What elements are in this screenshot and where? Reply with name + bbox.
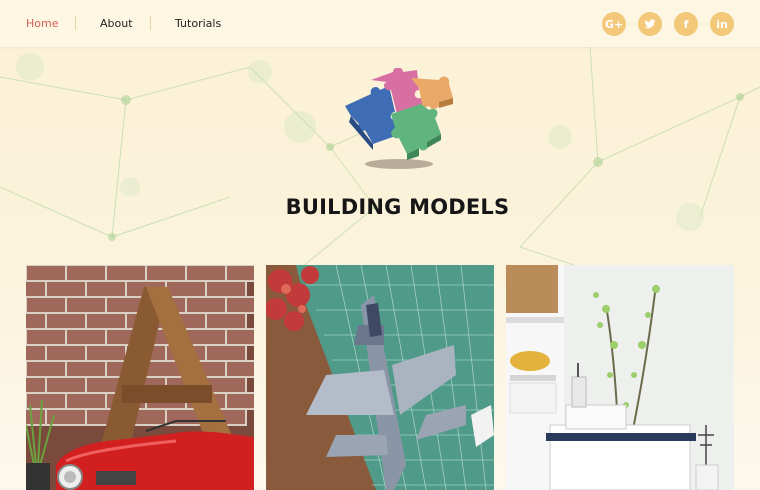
nav-about[interactable]: About: [100, 17, 133, 30]
nav-divider: [150, 16, 151, 30]
twitter-icon: [644, 19, 656, 29]
page-title: BUILDING MODELS: [285, 195, 510, 220]
google-plus-button[interactable]: G+: [602, 12, 626, 36]
facebook-icon: f: [683, 17, 689, 31]
google-plus-icon: G+: [604, 17, 624, 31]
facebook-button[interactable]: f: [674, 12, 698, 36]
linkedin-icon: in: [716, 17, 728, 31]
fighter-jet-model-on-cutting-mat-image: [266, 265, 494, 490]
twitter-button[interactable]: [638, 12, 662, 36]
project-card-fighter-jet[interactable]: [266, 265, 494, 490]
project-card-letter-a-car[interactable]: [26, 265, 254, 490]
nav-home[interactable]: Home: [26, 17, 58, 30]
top-navigation-bar: Home About Tutorials G+ f in: [0, 0, 760, 47]
nav-divider: [75, 16, 76, 30]
nav-tutorials[interactable]: Tutorials: [175, 17, 221, 30]
letter-a-and-red-toy-car-image: [26, 265, 254, 490]
puzzle-pieces-icon: [345, 68, 453, 169]
project-card-model-ship[interactable]: [506, 265, 734, 490]
social-links: G+ f in: [602, 12, 734, 36]
white-model-ship-on-shelf-image: [506, 265, 734, 490]
linkedin-button[interactable]: in: [710, 12, 734, 36]
